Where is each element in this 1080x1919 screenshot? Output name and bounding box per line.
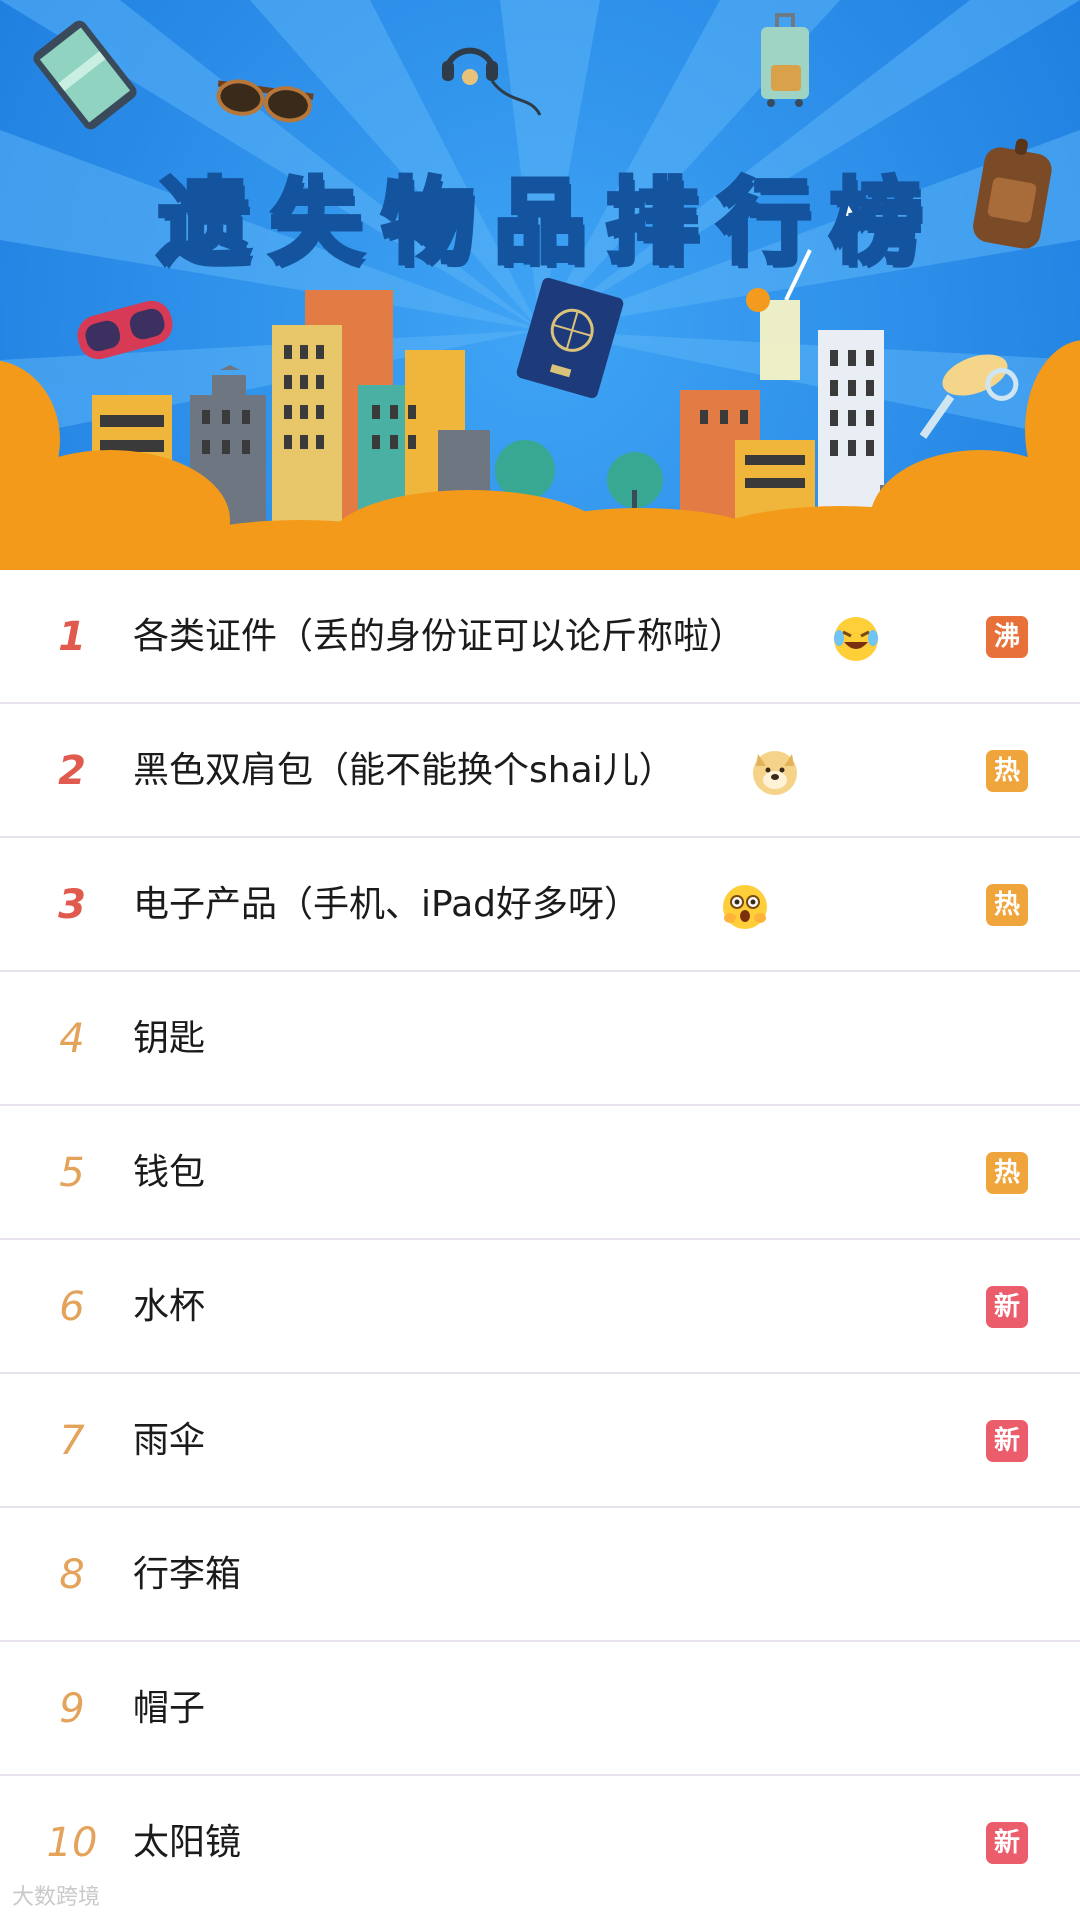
status-badge: 新 bbox=[986, 1420, 1028, 1462]
rank-number: 4 bbox=[59, 1016, 85, 1062]
rank-number: 5 bbox=[59, 1150, 85, 1196]
luggage-icon bbox=[761, 13, 809, 107]
list-item[interactable]: 6 水杯 新 bbox=[0, 1240, 1080, 1374]
status-badge: 新 bbox=[986, 1822, 1028, 1864]
item-label: 水杯 bbox=[133, 1286, 206, 1327]
item-label: 各类证件（丢的身份证可以论斤称啦） bbox=[133, 616, 746, 657]
rank-number: 1 bbox=[58, 614, 86, 660]
status-badge: 新 bbox=[986, 1286, 1028, 1328]
rank-number: 6 bbox=[59, 1284, 85, 1330]
list-item[interactable]: 9 帽子 bbox=[0, 1642, 1080, 1776]
rank-number: 9 bbox=[59, 1686, 85, 1732]
laughing-tears-emoji-icon bbox=[833, 616, 879, 662]
rank-number: 7 bbox=[59, 1418, 85, 1464]
item-label: 雨伞 bbox=[133, 1420, 206, 1461]
list-item[interactable]: 7 雨伞 新 bbox=[0, 1374, 1080, 1508]
item-label: 太阳镜 bbox=[133, 1822, 242, 1863]
list-item[interactable]: 1 各类证件（丢的身份证可以论斤称啦） 沸 bbox=[0, 570, 1080, 704]
list-item[interactable]: 2 黑色双肩包（能不能换个shai儿） 热 bbox=[0, 704, 1080, 838]
item-label: 黑色双肩包（能不能换个shai儿） bbox=[133, 750, 675, 791]
item-label: 钥匙 bbox=[133, 1018, 206, 1059]
rank-number: 3 bbox=[58, 882, 86, 928]
watermark: 大数跨境 bbox=[12, 1885, 101, 1910]
banner-illustration bbox=[0, 0, 1080, 570]
list-item[interactable]: 3 电子产品（手机、iPad好多呀） 热 bbox=[0, 838, 1080, 972]
list-item[interactable]: 10 太阳镜 新 bbox=[0, 1776, 1080, 1910]
status-badge: 热 bbox=[986, 750, 1028, 792]
item-label: 电子产品（手机、iPad好多呀） bbox=[133, 884, 641, 925]
doge-emoji-icon bbox=[752, 750, 798, 796]
status-badge: 热 bbox=[986, 884, 1028, 926]
excited-face-emoji-icon bbox=[722, 884, 768, 930]
item-label: 钱包 bbox=[133, 1152, 206, 1193]
list-item[interactable]: 5 钱包 热 bbox=[0, 1106, 1080, 1240]
rank-number: 2 bbox=[58, 748, 86, 794]
ranking-list: 1 各类证件（丢的身份证可以论斤称啦） 沸 2 黑色双肩包（能不能换个shai儿… bbox=[0, 570, 1080, 1910]
banner: 遗失物品排行榜 bbox=[0, 0, 1080, 570]
status-badge: 沸 bbox=[986, 616, 1028, 658]
banner-title: 遗失物品排行榜 bbox=[155, 167, 942, 279]
item-label: 行李箱 bbox=[133, 1554, 242, 1595]
list-item[interactable]: 8 行李箱 bbox=[0, 1508, 1080, 1642]
item-label: 帽子 bbox=[133, 1688, 206, 1729]
list-item[interactable]: 4 钥匙 bbox=[0, 972, 1080, 1106]
status-badge: 热 bbox=[986, 1152, 1028, 1194]
page: 遗失物品排行榜 1 各类证件（丢的身份证可以论斤称啦） 沸 2 黑色双肩包（能不… bbox=[0, 0, 1080, 1919]
rank-number: 8 bbox=[59, 1552, 85, 1598]
